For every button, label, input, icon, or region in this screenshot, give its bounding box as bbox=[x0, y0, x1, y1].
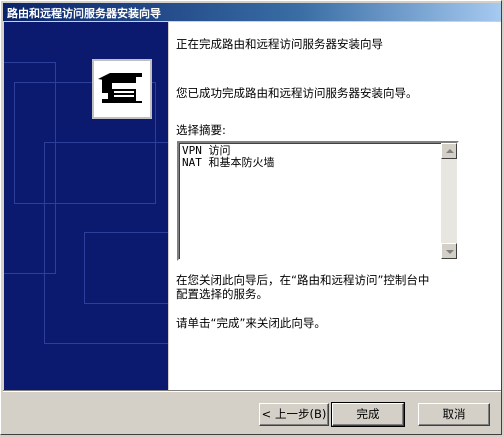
banner-decoration bbox=[84, 232, 168, 304]
summary-list: VPN 访问 NAT 和基本防火墙 bbox=[179, 143, 441, 259]
button-separator bbox=[3, 390, 501, 392]
scroll-up-button[interactable] bbox=[441, 143, 457, 159]
finish-button[interactable]: 完成 bbox=[331, 402, 405, 427]
vertical-scrollbar[interactable] bbox=[441, 143, 457, 259]
arrow-up-icon bbox=[446, 149, 454, 153]
configure-instruction: 在您关闭此向导后，在“路由和远程访问”控制台中 配置选择的服务。 bbox=[176, 273, 429, 301]
summary-label: 选择摘要: bbox=[176, 123, 226, 137]
success-message: 您已成功完成路由和远程访问服务器安装向导。 bbox=[176, 86, 418, 100]
wizard-content: 正在完成路由和远程访问服务器安装向导 您已成功完成路由和远程访问服务器安装向导。… bbox=[169, 22, 501, 390]
title-bar[interactable]: 路由和远程访问服务器安装向导 bbox=[3, 3, 501, 21]
configure-instruction-line1: 在您关闭此向导后，在“路由和远程访问”控制台中 bbox=[176, 273, 430, 287]
cancel-button[interactable]: 取消 bbox=[418, 403, 490, 426]
scroll-down-button[interactable] bbox=[441, 243, 457, 259]
page-heading: 正在完成路由和远程访问服务器安装向导 bbox=[176, 37, 383, 51]
summary-textbox[interactable]: VPN 访问 NAT 和基本防火墙 bbox=[177, 141, 459, 261]
summary-item-nat: NAT 和基本防火墙 bbox=[182, 156, 275, 169]
wizard-window: 路由和远程访问服务器安装向导 正在完成路由和远程访问服务器安装向导 您已成功完成… bbox=[0, 0, 502, 435]
wizard-banner bbox=[4, 22, 168, 390]
configure-instruction-line2: 配置选择的服务。 bbox=[176, 287, 268, 301]
back-button[interactable]: < 上一步(B) bbox=[259, 403, 329, 426]
network-wizard-icon bbox=[92, 59, 152, 119]
arrow-down-icon bbox=[446, 250, 454, 254]
window-title: 路由和远程访问服务器安装向导 bbox=[7, 7, 161, 20]
finish-instruction: 请单击“完成”来关闭此向导。 bbox=[176, 316, 326, 330]
